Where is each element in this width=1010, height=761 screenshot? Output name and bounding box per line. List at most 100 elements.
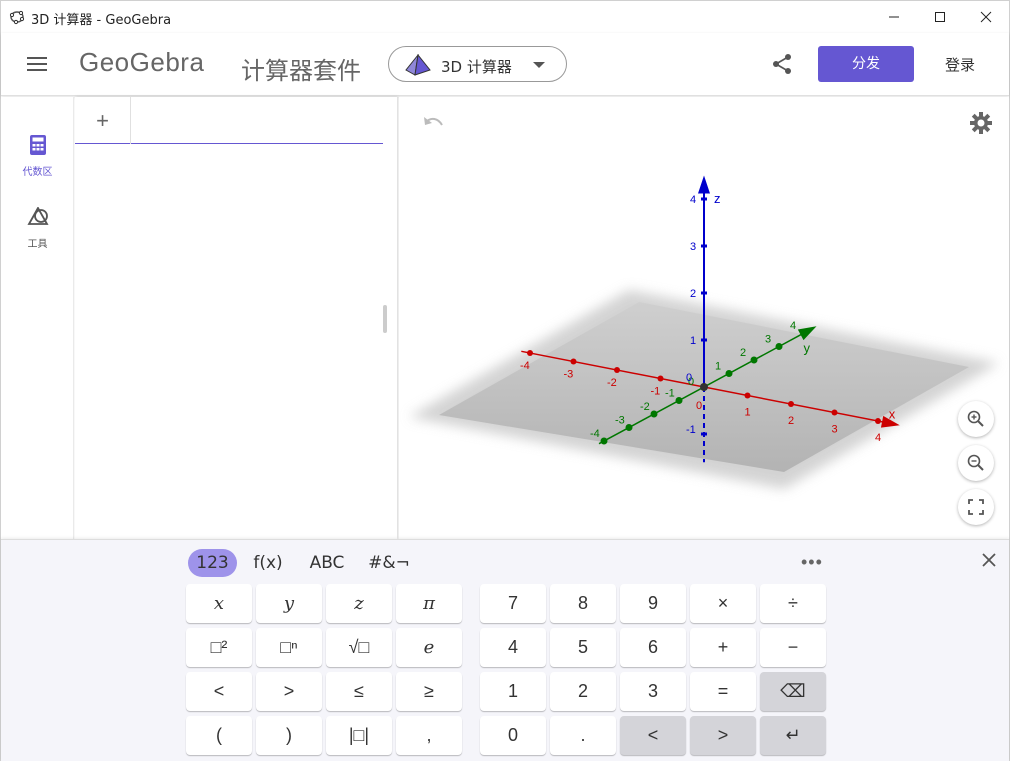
key-greater-equal[interactable]: ≥ (396, 672, 462, 711)
geogebra-logo: GeoGebra (79, 47, 205, 77)
pyramid-icon (405, 54, 431, 76)
left-sidebar: 代数区 工具 (1, 97, 74, 539)
algebra-view: + (75, 97, 397, 539)
minimize-button[interactable] (871, 1, 917, 33)
sidebar-item-label: 代数区 (22, 167, 53, 178)
x-tick-point (875, 418, 881, 424)
key-less-equal[interactable]: ≤ (326, 672, 392, 711)
key-y[interactable]: y (256, 584, 322, 623)
app-select-dropdown[interactable]: 3D 计算器 (388, 46, 567, 82)
y-tick-label: 2 (740, 347, 746, 359)
key-2[interactable]: 2 (550, 672, 616, 711)
y-tick-label: 3 (765, 334, 771, 346)
key-0[interactable]: 0 (480, 716, 546, 755)
calculator-icon (29, 135, 46, 155)
key-comma[interactable]: , (396, 716, 462, 755)
key-backspace[interactable]: ⌫ (760, 672, 826, 711)
share-icon[interactable] (771, 53, 793, 75)
key-3[interactable]: 3 (620, 672, 686, 711)
key-paren-close[interactable]: ) (256, 716, 322, 755)
key-e[interactable]: e (396, 628, 462, 667)
z-tick-label: 3 (690, 241, 696, 253)
key-6[interactable]: 6 (620, 628, 686, 667)
key-right-arrow[interactable]: > (690, 716, 756, 755)
y-tick-label: 1 (715, 361, 721, 373)
zoom-in-button[interactable] (958, 401, 994, 437)
key-7[interactable]: 7 (480, 584, 546, 623)
x-tick-label: 4 (875, 432, 881, 444)
zoom-out-icon (967, 454, 984, 471)
key-less[interactable]: < (186, 672, 252, 711)
x-tick-label: -2 (607, 377, 617, 389)
suite-title: 计算器套件 (241, 57, 361, 85)
sidebar-item-algebra[interactable]: 代数区 (1, 135, 74, 178)
x-tick-point (570, 358, 577, 365)
minimize-icon (889, 16, 899, 18)
hamburger-menu-icon[interactable] (25, 53, 49, 75)
key-divide[interactable]: ÷ (760, 584, 826, 623)
key-paren-open[interactable]: ( (186, 716, 252, 755)
key-decimal[interactable]: . (550, 716, 616, 755)
z-tick-label: -1 (686, 424, 696, 436)
key-square[interactable]: □² (186, 628, 252, 667)
panel-resize-handle[interactable] (383, 305, 387, 333)
close-icon (980, 11, 992, 23)
sidebar-item-tools[interactable]: 工具 (1, 206, 74, 250)
zoom-in-icon (967, 410, 984, 427)
close-window-button[interactable] (963, 1, 1009, 33)
zoom-out-button[interactable] (958, 445, 994, 481)
y-tick-point (600, 437, 608, 445)
keyboard-tab-functions[interactable]: f(x) (248, 549, 288, 577)
key-sqrt[interactable]: √□ (326, 628, 392, 667)
keyboard-tab-symbols[interactable]: #&¬ (367, 549, 411, 577)
y-tick-point (625, 424, 633, 431)
close-keyboard-icon[interactable] (981, 552, 997, 568)
x-tick-label: -4 (520, 360, 530, 372)
login-button[interactable]: 登录 (945, 54, 975, 75)
fullscreen-icon (968, 499, 984, 515)
key-pi[interactable]: π (396, 584, 462, 623)
key-x[interactable]: x (186, 584, 252, 623)
maximize-button[interactable] (917, 1, 963, 33)
tools-icon (26, 206, 49, 225)
key-equals[interactable]: = (690, 672, 756, 711)
x-tick-point (744, 392, 751, 399)
graphics-3d-view[interactable]: x -4 -3 -2 -1 1 2 3 4 y -4 -3 -2 -1 1 2 3 4 z -1 1 2 3 4 0 0 0 (399, 97, 1009, 539)
y-tick-point (650, 410, 658, 418)
app-header: GeoGebra 计算器套件 3D 计算器 分发 登录 (1, 33, 1009, 96)
add-item-button[interactable]: + (75, 97, 131, 144)
key-plus[interactable]: + (690, 628, 756, 667)
key-8[interactable]: 8 (550, 584, 616, 623)
x-tick-point (657, 375, 664, 382)
key-power[interactable]: □ⁿ (256, 628, 322, 667)
y-tick-point (775, 343, 783, 350)
keyboard-tab-123[interactable]: 123 (188, 549, 237, 577)
fullscreen-button[interactable] (958, 489, 994, 525)
key-5[interactable]: 5 (550, 628, 616, 667)
y-tick-label: 4 (790, 320, 796, 332)
sidebar-item-label: 工具 (27, 239, 48, 250)
key-abs[interactable]: |□| (326, 716, 392, 755)
more-options-icon[interactable]: ••• (801, 552, 823, 573)
key-9[interactable]: 9 (620, 584, 686, 623)
maximize-icon (935, 12, 945, 22)
key-times[interactable]: × (690, 584, 756, 623)
algebra-input-row[interactable]: + (75, 97, 383, 144)
y-tick-label: -2 (640, 401, 650, 413)
key-left-arrow[interactable]: < (620, 716, 686, 755)
z-tick-label: 1 (690, 335, 696, 347)
key-1[interactable]: 1 (480, 672, 546, 711)
origin-label-z: 0 (686, 372, 692, 384)
origin-label-x: 0 (696, 400, 702, 412)
key-4[interactable]: 4 (480, 628, 546, 667)
key-greater[interactable]: > (256, 672, 322, 711)
key-enter[interactable]: ↵ (760, 716, 826, 755)
key-minus[interactable]: − (760, 628, 826, 667)
z-tick-label: 4 (690, 194, 696, 206)
key-z[interactable]: z (326, 584, 392, 623)
share-button[interactable]: 分发 (818, 46, 914, 82)
y-tick-point (675, 397, 683, 404)
keyboard-tab-abc[interactable]: ABC (303, 549, 351, 577)
virtual-keyboard: 123 f(x) ABC #&¬ ••• x y z π □² □ⁿ √□ e < > ≤ ≥() |□… (1, 539, 1009, 761)
y-axis-label: y (804, 340, 811, 355)
